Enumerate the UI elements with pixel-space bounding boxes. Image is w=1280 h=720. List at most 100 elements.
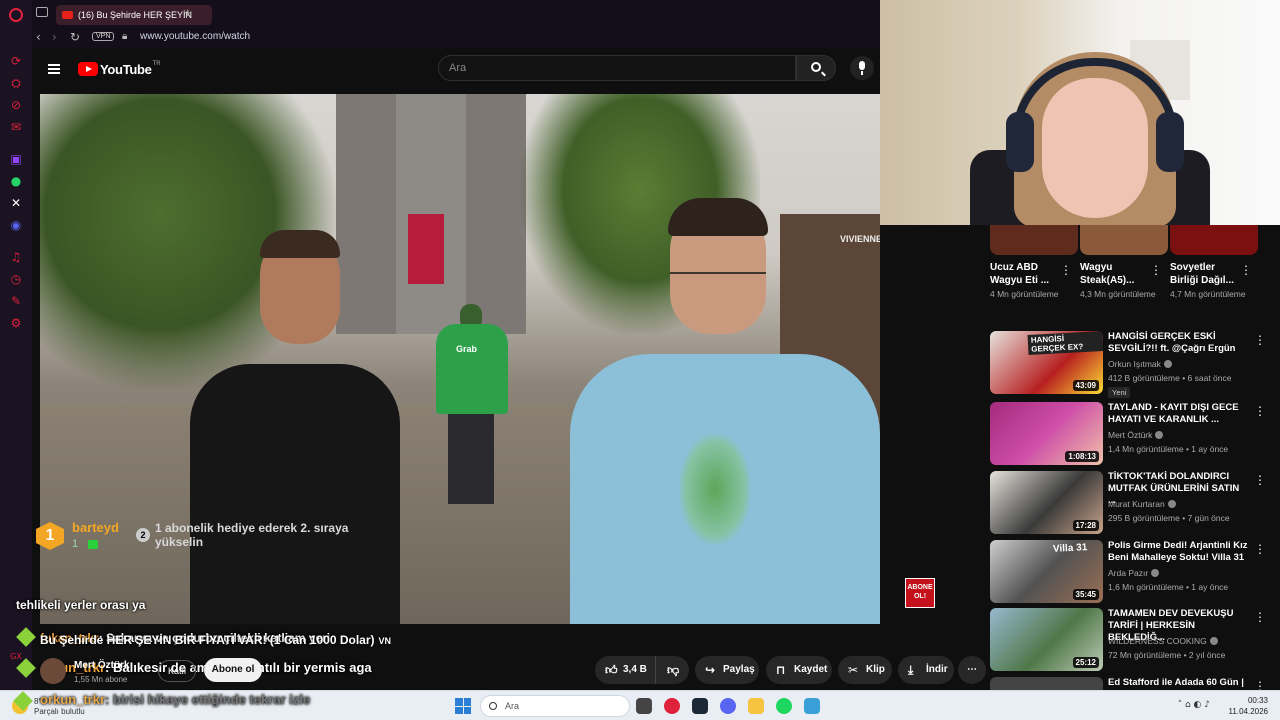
opera-logo-icon[interactable]	[9, 8, 23, 22]
verified-icon	[1163, 360, 1172, 368]
duration-badge: 43:09	[1072, 380, 1099, 391]
short-item[interactable]: Sovyetler Birliği Dağıl... 4,7 Mn görünt…	[1170, 225, 1258, 300]
avatar[interactable]	[40, 658, 66, 684]
headphones-icon	[1012, 58, 1178, 138]
back-icon[interactable]: ‹	[36, 30, 41, 44]
history-icon[interactable]: ◷	[9, 272, 23, 286]
clock-date: 11.04.2026	[1228, 707, 1268, 716]
windows-start-icon[interactable]	[455, 698, 471, 714]
weather-description: Parçalı bulutlu	[34, 707, 85, 716]
recommendation-item[interactable]: 25:12 TAMAMEN DEV DEVEKUŞU TARİFİ | HERK…	[990, 608, 1280, 674]
opera-icon[interactable]	[664, 698, 680, 714]
clock[interactable]: 00:33 11.04.2026	[1229, 695, 1268, 717]
recommendation-meta: 1,6 Mn görüntüleme • 1 ay önce	[1108, 582, 1229, 592]
music-icon[interactable]: ♫	[9, 250, 23, 264]
save-button[interactable]: ⊓ Kaydet	[766, 656, 832, 684]
dislike-button[interactable]: 👎︎	[655, 656, 689, 684]
subscribe-button[interactable]: Abone ol	[204, 658, 262, 682]
region-code: TR	[152, 61, 161, 67]
like-button[interactable]: 👍︎ 3,4 B	[595, 656, 655, 684]
short-item[interactable]: Ucuz ABD Wagyu Eti ... 4 Mn görüntüleme …	[990, 225, 1078, 300]
messenger-icon[interactable]: ✉	[9, 120, 23, 134]
bookmark-icon: ⊓	[776, 663, 786, 677]
vpn-badge[interactable]: VPN	[92, 32, 115, 41]
join-button[interactable]: Katıl	[158, 660, 196, 682]
recommendation-item[interactable]: Ed Stafford ile Adada 60 Gün | ⋮	[990, 677, 1280, 690]
more-icon[interactable]: ⋮	[1254, 542, 1266, 556]
recommendation-item[interactable]: 17:28 TİKTOK'TAKİ DOLANDIRCI MUTFAK ÜRÜN…	[990, 471, 1280, 537]
file-explorer-icon[interactable]	[748, 698, 764, 714]
video-actions-row: Mert Öztürk 1,55 Mn abone Katıl Abone ol…	[40, 652, 986, 688]
recommendation-channel: Mert Öztürk	[1108, 430, 1164, 440]
video-scene-grab-driver: Grab	[436, 304, 508, 504]
blocker-icon[interactable]: ⊘	[9, 98, 23, 112]
gift-position-badge: 2	[136, 528, 150, 542]
more-icon[interactable]: ⋮	[1254, 333, 1266, 347]
streamer	[1000, 52, 1190, 225]
search-button[interactable]	[796, 55, 836, 81]
thumbnail-text: HANGİSİ GERÇEK EX?	[1027, 331, 1103, 355]
duration-badge: 25:12	[1072, 657, 1099, 668]
twitch-icon[interactable]: ▣	[9, 152, 23, 166]
download-button[interactable]: ⤓ İndir	[898, 656, 954, 684]
extensions-icon[interactable]: ✎	[9, 294, 23, 308]
video-thumbnail[interactable]	[990, 677, 1103, 690]
chat-message: orkun_trkr: birisi hikaye ettiğinde tekr…	[40, 692, 311, 707]
new-badge: Yeni	[1108, 387, 1131, 398]
whatsapp-icon[interactable]: ●	[9, 174, 23, 188]
video-thumbnail[interactable]: Villa 31 35:45	[990, 540, 1103, 603]
voice-search-icon[interactable]	[850, 56, 874, 80]
recommendation-item[interactable]: Villa 31 35:45 Polis Girme Dedi! Arjanti…	[990, 540, 1280, 606]
youtube-logo[interactable]: YouTube TR	[78, 60, 161, 78]
video-thumbnail[interactable]: 1:08:13	[990, 402, 1103, 465]
search-input[interactable]: Ara	[438, 55, 796, 81]
video-thumbnail[interactable]: 25:12	[990, 608, 1103, 671]
share-button[interactable]: ↪ Paylaş	[695, 656, 759, 684]
more-icon[interactable]: ⋮	[1254, 610, 1266, 624]
x-icon[interactable]: ✕	[9, 196, 23, 210]
reload-icon[interactable]: ↻	[70, 30, 80, 44]
refresh-icon[interactable]: ⟳	[9, 54, 23, 68]
bag-icon[interactable]: ⛭	[9, 76, 23, 90]
video-thumbnail[interactable]: 17:28	[990, 471, 1103, 534]
short-views: 4,3 Mn görüntüleme	[1080, 289, 1156, 299]
lock-icon[interactable]: 🔒︎	[122, 31, 127, 42]
task-view-icon[interactable]	[636, 698, 652, 714]
recommendation-meta: 72 Mn görüntüleme • 2 yıl önce	[1108, 650, 1226, 660]
recommendation-item[interactable]: 1:08:13 TAYLAND - KAYIT DIŞI GECE HAYATI…	[990, 402, 1280, 468]
recommendation-item[interactable]: HANGİSİ GERÇEK EX? 43:09 HANGİSİ GERÇEK …	[990, 331, 1280, 398]
youtube-play-icon	[78, 62, 98, 76]
more-icon[interactable]: ⋮	[1254, 404, 1266, 418]
discord-icon[interactable]: ◉	[9, 218, 23, 232]
new-tab-button[interactable]: +	[184, 5, 192, 20]
steam-icon[interactable]	[692, 698, 708, 714]
more-icon[interactable]: ⋮	[1254, 473, 1266, 487]
browser-sidebar: ⟳ ⛭ ⊘ ✉ ▣ ● ✕ ◉ ♫ ◷ ✎ ⚙ GX	[0, 0, 32, 690]
app-icon[interactable]	[804, 698, 820, 714]
screen: ⟳ ⛭ ⊘ ✉ ▣ ● ✕ ◉ ♫ ◷ ✎ ⚙ GX (16) Bu Şehir…	[0, 0, 1280, 720]
gift-message: 1 abonelik hediye ederek 2. sıraya yükse…	[155, 521, 349, 549]
taskbar-search[interactable]: Ara	[480, 695, 630, 717]
channel-name[interactable]: Mert Öztürk	[74, 660, 130, 671]
more-icon[interactable]: ⋮	[1060, 263, 1072, 277]
duration-badge: 35:45	[1072, 589, 1099, 600]
system-tray[interactable]: ˄ ⌂ ◐ ♪	[1178, 700, 1210, 710]
short-views: 4 Mn görüntüleme	[990, 289, 1059, 299]
spotify-icon[interactable]	[776, 698, 792, 714]
verified-icon	[1155, 431, 1164, 439]
recommendation-channel: Orkun Işıtmak	[1108, 359, 1172, 369]
more-icon[interactable]: ⋮	[1150, 263, 1162, 277]
clip-button[interactable]: ✂ Klip	[838, 656, 892, 684]
video-thumbnail[interactable]: HANGİSİ GERÇEK EX? 43:09	[990, 331, 1103, 394]
discord-icon[interactable]	[720, 698, 736, 714]
tab-menu-icon[interactable]	[36, 7, 48, 17]
url-text[interactable]: www.youtube.com/watch	[140, 31, 250, 42]
menu-icon[interactable]	[48, 64, 60, 74]
short-item[interactable]: Wagyu Steak(A5)... 4,3 Mn görüntüleme ⋮	[1080, 225, 1168, 300]
more-icon[interactable]: ⋮	[1254, 679, 1266, 690]
more-icon[interactable]: ⋮	[1240, 263, 1252, 277]
settings-icon[interactable]: ⚙	[9, 316, 23, 330]
more-actions-button[interactable]: ⋯	[958, 656, 986, 684]
download-icon: ⤓	[908, 663, 914, 677]
forward-icon[interactable]: ›	[52, 30, 57, 44]
